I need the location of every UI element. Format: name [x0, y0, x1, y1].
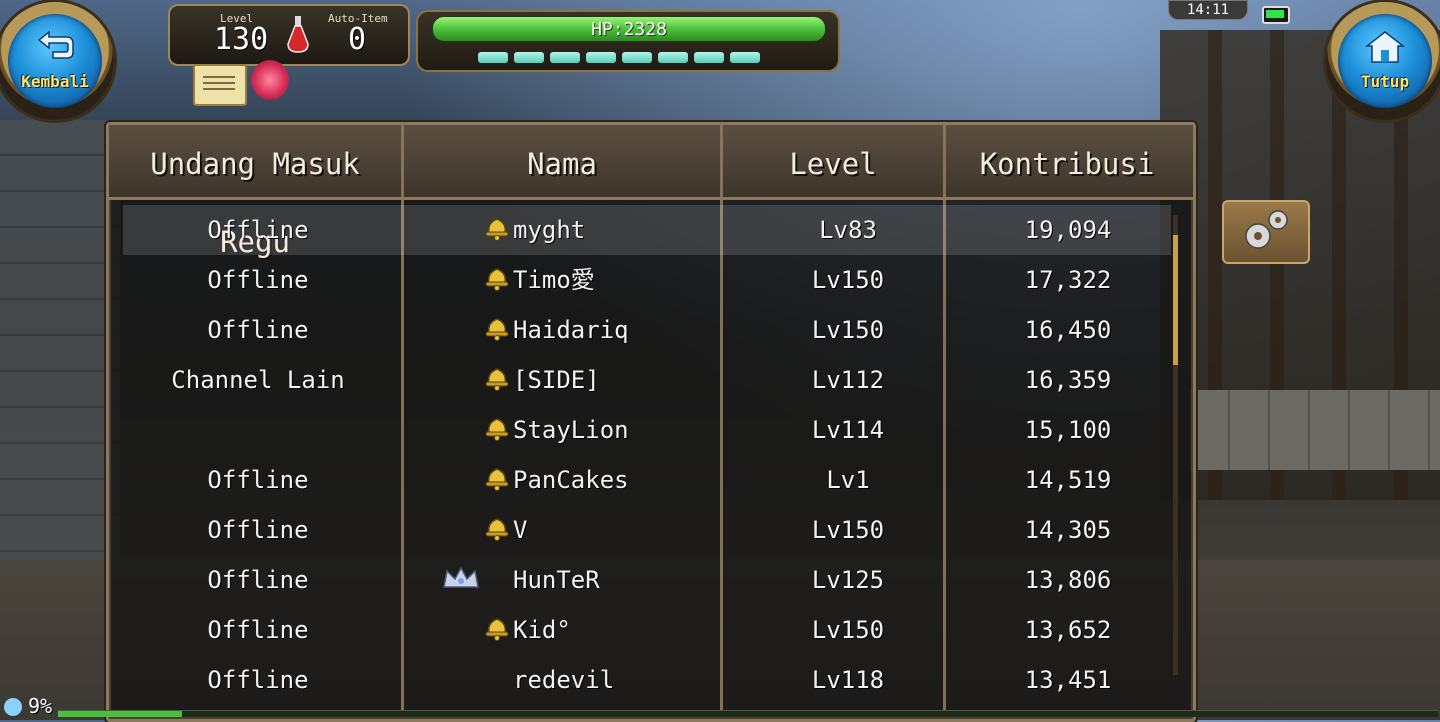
- background-wall: [1190, 390, 1440, 470]
- xp-percent: 9%: [28, 694, 53, 718]
- member-kontribusi: 17,322: [1024, 266, 1112, 294]
- xp-bar: [58, 710, 1438, 717]
- member-level: Lv150: [811, 516, 885, 544]
- table-row[interactable]: Offline V Lv150 14,305: [123, 505, 1171, 555]
- guild-member-panel: Undang Masuk Regu Nama Level Kontribusi …: [106, 122, 1196, 722]
- status-cell[interactable]: Offline: [123, 455, 393, 505]
- potion-icon: [287, 16, 309, 53]
- table-row[interactable]: Offline redevil Lv118 13,451: [123, 655, 1171, 705]
- member-kontribusi: 14,519: [1024, 466, 1112, 494]
- member-level: Lv150: [811, 316, 885, 344]
- table-header: Undang Masuk Regu Nama Level Kontribusi: [109, 125, 1193, 259]
- member-kontribusi: 14,305: [1024, 516, 1112, 544]
- header-name[interactable]: Nama: [404, 125, 720, 197]
- hp-text: HP:2328: [591, 19, 667, 40]
- crown-icon: [441, 565, 481, 593]
- member-kontribusi: 16,450: [1024, 316, 1112, 344]
- table-row[interactable]: Offline myght Lv83 19,094: [123, 205, 1171, 255]
- bell-icon: [483, 515, 511, 541]
- mp-segment: [658, 52, 688, 63]
- status-cell[interactable]: Channel Lain: [123, 355, 393, 405]
- status-cell[interactable]: Offline: [123, 305, 393, 355]
- member-kontribusi: 16,359: [1024, 366, 1112, 394]
- player-status-panel: Level 130 Auto-Item 0: [168, 4, 410, 66]
- status-cell[interactable]: Offline: [123, 255, 393, 305]
- status-cell[interactable]: Offline: [123, 555, 393, 605]
- mp-segment: [514, 52, 544, 63]
- table-row[interactable]: Offline PanCakes Lv1 14,519: [123, 455, 1171, 505]
- level-value: 130: [214, 22, 269, 57]
- mp-segment: [622, 52, 652, 63]
- status-cell[interactable]: Offline: [123, 605, 393, 655]
- bell-icon: [483, 365, 511, 391]
- table-row[interactable]: Offline Haidariq Lv150 16,450: [123, 305, 1171, 355]
- member-level: Lv112: [811, 366, 885, 394]
- home-icon: [1365, 31, 1405, 63]
- xp-bar-fill: [58, 711, 183, 717]
- table-row[interactable]: StayLion Lv114 15,100: [123, 405, 1171, 455]
- bell-icon: [483, 215, 511, 241]
- member-level: Lv150: [811, 266, 885, 294]
- member-level: Lv150: [811, 616, 885, 644]
- member-kontribusi: 19,094: [1024, 216, 1112, 244]
- member-kontribusi: 13,806: [1024, 566, 1112, 594]
- clock: 14:11: [1168, 0, 1248, 20]
- member-level: Lv125: [811, 566, 885, 594]
- table-row[interactable]: Channel Lain [SIDE] Lv112 16,359: [123, 355, 1171, 405]
- back-button-label: Kembali: [21, 72, 89, 91]
- notification-icons: [193, 58, 303, 106]
- bell-icon: [483, 315, 511, 341]
- bell-icon: [483, 615, 511, 641]
- member-kontribusi: 13,652: [1024, 616, 1112, 644]
- settings-button[interactable]: [1222, 200, 1310, 264]
- background-building: [0, 120, 120, 560]
- member-kontribusi: 13,451: [1024, 666, 1112, 694]
- bell-icon: [483, 265, 511, 291]
- close-button-label: Tutup: [1360, 72, 1410, 91]
- mp-segment: [550, 52, 580, 63]
- battery-icon: [1262, 6, 1290, 24]
- member-level: Lv118: [811, 666, 885, 694]
- header-invite[interactable]: Undang Masuk Regu: [109, 125, 401, 259]
- mail-icon[interactable]: [193, 64, 247, 106]
- mp-segment: [694, 52, 724, 63]
- header-level[interactable]: Level: [723, 125, 943, 197]
- mp-segment: [478, 52, 508, 63]
- member-level: Lv1: [826, 466, 870, 494]
- back-button[interactable]: Kembali: [0, 2, 114, 120]
- scrollbar-thumb[interactable]: [1173, 235, 1178, 365]
- status-cell[interactable]: Offline: [123, 505, 393, 555]
- status-cell[interactable]: Offline: [123, 205, 393, 255]
- member-kontribusi: 15,100: [1024, 416, 1112, 444]
- back-arrow-icon: [37, 30, 74, 59]
- status-cell[interactable]: Offline: [123, 655, 393, 705]
- member-level: Lv114: [811, 416, 885, 444]
- autoitem-value: 0: [348, 22, 367, 57]
- member-level: Lv83: [819, 216, 877, 244]
- mp-segment: [586, 52, 616, 63]
- close-button[interactable]: Tutup: [1326, 2, 1440, 120]
- hp-bar-frame: HP:2328: [416, 10, 840, 72]
- bell-icon: [483, 465, 511, 491]
- xp-icon: [4, 698, 22, 716]
- status-cell[interactable]: [123, 405, 393, 455]
- header-kontribusi[interactable]: Kontribusi: [947, 125, 1187, 197]
- hp-bar: HP:2328: [432, 16, 826, 42]
- table-row[interactable]: Offline HunTeR Lv125 13,806: [123, 555, 1171, 605]
- mp-segment: [730, 52, 760, 63]
- bell-icon: [483, 415, 511, 441]
- gift-icon[interactable]: [251, 60, 289, 100]
- table-row[interactable]: Offline Kid° Lv150 13,652: [123, 605, 1171, 655]
- table-row[interactable]: Offline Timo愛 Lv150 17,322: [123, 255, 1171, 305]
- gear-icon: [1245, 210, 1288, 249]
